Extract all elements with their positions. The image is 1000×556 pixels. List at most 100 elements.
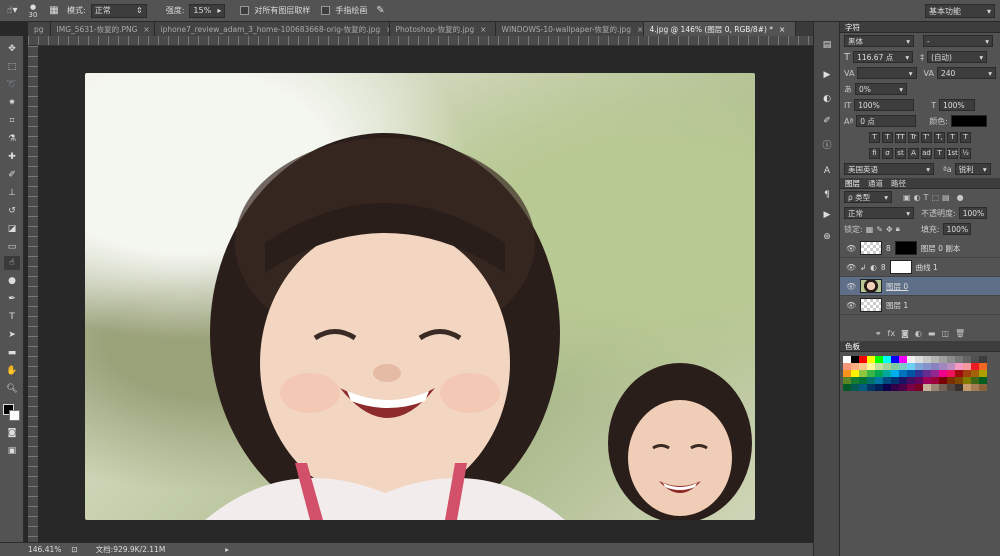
color-swatch[interactable] [955, 363, 963, 370]
color-swatch[interactable] [891, 370, 899, 377]
color-swatch[interactable] [947, 363, 955, 370]
color-swatch[interactable] [947, 356, 955, 363]
layer-name[interactable]: 曲线 1 [916, 262, 938, 273]
filter-shape-icon[interactable]: ⬚ [931, 193, 939, 202]
color-swatch[interactable] [875, 384, 883, 391]
play-icon[interactable]: ▶ [820, 208, 834, 221]
color-swatch[interactable] [939, 377, 947, 384]
layer-name[interactable]: 图层 0 副本 [921, 243, 961, 254]
color-swatch[interactable] [931, 370, 939, 377]
lock-transparent-icon[interactable]: ▦ [866, 225, 874, 234]
fractions-button[interactable]: ½ [960, 147, 971, 159]
history-icon[interactable]: ▤ [820, 38, 834, 51]
color-swatch[interactable] [971, 384, 979, 391]
color-swatch[interactable] [931, 363, 939, 370]
stamp-tool-icon[interactable]: ⊥ [4, 186, 20, 200]
mode-dropdown[interactable]: 正常 ⇕ [90, 3, 147, 18]
fill-input[interactable]: 100% [942, 223, 971, 235]
dodge-tool-icon[interactable]: ● [4, 274, 20, 288]
color-swatch[interactable] [843, 377, 851, 384]
lock-pixels-icon[interactable]: ✎ [876, 225, 883, 234]
gradient-tool-icon[interactable]: ▭ [4, 240, 20, 254]
vertical-scale-input[interactable]: 100% [854, 99, 915, 111]
add-mask-icon[interactable]: ◙ [901, 329, 909, 338]
paragraph-icon[interactable]: ¶ [820, 188, 834, 201]
color-swatch[interactable] [915, 363, 923, 370]
color-swatch[interactable] [883, 356, 891, 363]
color-swatch[interactable] [899, 384, 907, 391]
pen-tool-icon[interactable]: ✒ [4, 292, 20, 306]
tab-paths[interactable]: 路径 [891, 178, 906, 189]
close-icon[interactable]: × [143, 25, 149, 34]
filter-pixel-icon[interactable]: ▣ [903, 193, 911, 202]
tab-doc-1[interactable]: pg [28, 22, 51, 36]
filter-smart-icon[interactable]: ▤ [942, 193, 950, 202]
brush-preset-icon[interactable]: ✐ [820, 114, 834, 127]
language-dropdown[interactable]: 美国英语 ▾ [844, 163, 934, 175]
chevron-right-icon[interactable]: ▸ [225, 545, 229, 554]
color-swatch[interactable] [843, 370, 851, 377]
layer-name[interactable]: 图层 0 [886, 281, 908, 292]
color-swatch[interactable] [939, 370, 947, 377]
subscript-button[interactable]: T, [934, 131, 945, 143]
eye-icon[interactable]: 👁︎ [846, 282, 856, 291]
finger-painting-checkbox[interactable] [321, 6, 331, 15]
color-swatch[interactable] [955, 356, 963, 363]
color-swatch[interactable] [883, 377, 891, 384]
new-adjustment-icon[interactable]: ◐ [915, 329, 922, 338]
color-swatch[interactable] [867, 363, 875, 370]
brush-tool-icon[interactable]: ✐ [4, 168, 20, 182]
color-swatch[interactable] [931, 377, 939, 384]
color-swatch[interactable] [923, 377, 931, 384]
layer-row[interactable]: 👁︎ 8 图层 0 副本 [840, 239, 1000, 258]
color-swatch[interactable] [851, 377, 859, 384]
contextual-alt-button[interactable]: σ [882, 147, 893, 159]
character-icon[interactable]: A [820, 164, 834, 177]
color-swatch[interactable] [891, 363, 899, 370]
color-swatch[interactable] [851, 370, 859, 377]
tab-layers[interactable]: 图层 [845, 178, 860, 189]
color-swatch[interactable] [875, 377, 883, 384]
color-swatch[interactable] [859, 356, 867, 363]
color-swatch[interactable] [867, 356, 875, 363]
color-swatch[interactable] [843, 363, 851, 370]
color-swatch[interactable] [971, 356, 979, 363]
color-swatch[interactable] [931, 356, 939, 363]
fx-icon[interactable]: fx [888, 329, 896, 338]
layer-row[interactable]: 👁︎ ↲ ◐ 8 曲线 1 [840, 258, 1000, 277]
workspace-dropdown[interactable]: 基本功能 ▾ [925, 4, 995, 18]
color-swatch[interactable] [899, 356, 907, 363]
layer-row-selected[interactable]: 👁︎ 图层 0 [840, 277, 1000, 296]
color-swatch[interactable] [915, 370, 923, 377]
link-icon[interactable]: ⚭ [875, 329, 882, 338]
kerning-input[interactable]: ▾ [857, 67, 917, 79]
color-swatch[interactable] [899, 363, 907, 370]
color-swatch[interactable] [891, 356, 899, 363]
color-swatch[interactable] [915, 384, 923, 391]
color-swatch[interactable] [891, 384, 899, 391]
screen-mode-icon[interactable]: ▣ [4, 444, 20, 458]
smudge-tool-preset-icon[interactable]: ☝▾ [4, 3, 20, 19]
swatches-panel-title[interactable]: 色板 [845, 341, 860, 352]
superscript-button[interactable]: T' [921, 131, 932, 143]
lasso-tool-icon[interactable]: ➰ [4, 78, 20, 92]
adjustments-icon[interactable]: ◐ [820, 92, 834, 105]
color-swatch[interactable] [907, 384, 915, 391]
color-swatch[interactable] [963, 384, 971, 391]
eye-icon[interactable]: 👁︎ [846, 301, 856, 310]
zoom-tool-icon[interactable]: 🔍︎ [4, 382, 20, 396]
color-swatch[interactable] [883, 384, 891, 391]
export-icon[interactable]: ⊡ [71, 545, 77, 554]
color-swatch[interactable] [947, 377, 955, 384]
layer-mask-thumbnail[interactable] [894, 241, 917, 255]
tab-doc-3[interactable]: iphone7_review_adam_3_home-100683668-ori… [154, 22, 390, 36]
color-swatch[interactable] [931, 384, 939, 391]
eye-icon[interactable]: 👁︎ [846, 263, 856, 272]
color-swatch[interactable] [899, 370, 907, 377]
color-swatch[interactable] [923, 384, 931, 391]
color-swatch[interactable] [971, 363, 979, 370]
color-swatch[interactable] [851, 356, 859, 363]
color-swatch[interactable] [859, 377, 867, 384]
marquee-tool-icon[interactable]: ⬚ [4, 60, 20, 74]
color-swatch[interactable] [947, 384, 955, 391]
